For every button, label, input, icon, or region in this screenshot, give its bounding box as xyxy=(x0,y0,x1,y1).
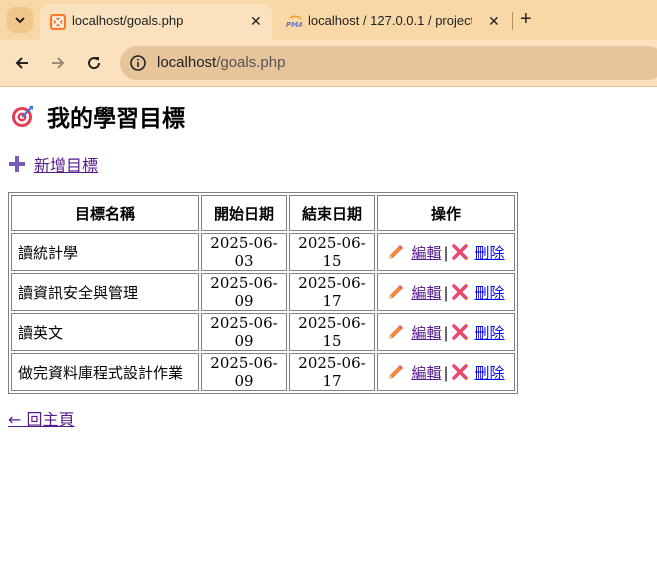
tab-search-button[interactable] xyxy=(7,7,33,33)
reload-button[interactable] xyxy=(83,52,105,74)
back-button[interactable] xyxy=(11,52,33,74)
delete-link[interactable]: 刪除 xyxy=(451,244,505,262)
table-row: 讀統計學 2025-06-03 2025-06-15 編輯 | 刪除 xyxy=(11,233,515,271)
pma-favicon-icon: PMA xyxy=(286,15,302,29)
goal-end-date: 2025-06-15 xyxy=(289,313,375,351)
pencil-icon xyxy=(389,244,404,259)
goal-name: 讀統計學 xyxy=(11,233,199,271)
edit-label: 編輯 xyxy=(411,283,442,302)
goal-actions: 編輯 | 刪除 xyxy=(377,353,515,391)
header-goal-name: 目標名稱 xyxy=(11,195,199,231)
tab-separator xyxy=(512,12,513,30)
goal-actions: 編輯 | 刪除 xyxy=(377,273,515,311)
delete-link[interactable]: 刪除 xyxy=(451,324,505,342)
delete-label: 刪除 xyxy=(474,243,505,262)
address-path: /goals.php xyxy=(216,54,286,71)
header-start-date: 開始日期 xyxy=(201,195,287,231)
address-text[interactable]: localhost/goals.php xyxy=(157,54,285,71)
delete-label: 刪除 xyxy=(474,363,505,382)
tab-strip: localhost/goals.php ✕ PMA localhost / 12… xyxy=(0,0,657,40)
svg-text:PMA: PMA xyxy=(286,21,302,29)
tab-title: localhost/goals.php xyxy=(72,13,184,28)
delete-label: 刪除 xyxy=(474,323,505,342)
close-icon[interactable]: ✕ xyxy=(488,13,500,30)
target-icon xyxy=(12,106,33,127)
edit-label: 編輯 xyxy=(411,363,442,382)
action-separator: | xyxy=(443,363,449,382)
goal-actions: 編輯 | 刪除 xyxy=(377,313,515,351)
goals-table: 目標名稱 開始日期 結束日期 操作 讀統計學 2025-06-03 2025-0… xyxy=(8,192,518,394)
action-separator: | xyxy=(443,283,449,302)
pencil-icon xyxy=(389,324,404,339)
cross-mark-icon xyxy=(451,283,468,300)
edit-link[interactable]: 編輯 xyxy=(387,244,441,262)
table-row: 做完資料庫程式設計作業 2025-06-09 2025-06-17 編輯 | 刪除 xyxy=(11,353,515,391)
plus-icon[interactable]: + xyxy=(520,8,532,31)
goal-start-date: 2025-06-09 xyxy=(201,313,287,351)
cross-mark-icon xyxy=(451,363,468,380)
tab-phpmyadmin[interactable]: PMA localhost / 127.0.0.1 / project ✕ xyxy=(276,4,508,40)
cross-mark-icon xyxy=(451,323,468,340)
plus-icon xyxy=(9,156,25,172)
edit-link[interactable]: 編輯 xyxy=(387,324,441,342)
xampp-favicon-icon xyxy=(50,14,66,30)
add-goal-label: 新增目標 xyxy=(34,156,99,175)
table-row: 讀英文 2025-06-09 2025-06-15 編輯 | 刪除 xyxy=(11,313,515,351)
back-home-link[interactable]: ← 回主頁 xyxy=(8,406,75,430)
info-icon[interactable] xyxy=(129,54,147,72)
goal-end-date: 2025-06-17 xyxy=(289,273,375,311)
goal-name: 讀資訊安全與管理 xyxy=(11,273,199,311)
pencil-icon xyxy=(389,284,404,299)
tab-goals[interactable]: localhost/goals.php ✕ xyxy=(40,4,272,40)
forward-icon xyxy=(52,57,65,69)
delete-link[interactable]: 刪除 xyxy=(451,284,505,302)
address-bar[interactable]: localhost/goals.php xyxy=(120,46,657,80)
edit-link[interactable]: 編輯 xyxy=(387,284,441,302)
pencil-icon xyxy=(389,364,404,379)
goal-start-date: 2025-06-09 xyxy=(201,273,287,311)
back-icon xyxy=(15,57,28,69)
delete-label: 刪除 xyxy=(474,283,505,302)
delete-link[interactable]: 刪除 xyxy=(451,364,505,382)
goal-end-date: 2025-06-15 xyxy=(289,233,375,271)
edit-label: 編輯 xyxy=(411,323,442,342)
close-icon[interactable]: ✕ xyxy=(250,13,262,30)
goal-actions: 編輯 | 刪除 xyxy=(377,233,515,271)
goal-start-date: 2025-06-09 xyxy=(201,353,287,391)
browser-toolbar: localhost/goals.php xyxy=(0,40,657,87)
forward-button[interactable] xyxy=(47,52,69,74)
header-end-date: 結束日期 xyxy=(289,195,375,231)
goal-name: 做完資料庫程式設計作業 xyxy=(11,353,199,391)
tab-search-icon xyxy=(15,17,25,24)
add-goal-link[interactable]: 新增目標 xyxy=(8,152,98,176)
edit-link[interactable]: 編輯 xyxy=(387,364,441,382)
page-title-row: 我的學習目標 xyxy=(11,99,185,133)
tab-title: localhost / 127.0.0.1 / project xyxy=(308,13,472,28)
header-actions: 操作 xyxy=(377,195,515,231)
cross-mark-icon xyxy=(451,243,468,260)
action-separator: | xyxy=(443,243,449,262)
table-row: 讀資訊安全與管理 2025-06-09 2025-06-17 編輯 | 刪除 xyxy=(11,273,515,311)
action-separator: | xyxy=(443,323,449,342)
table-header-row: 目標名稱 開始日期 結束日期 操作 xyxy=(11,195,515,231)
goal-start-date: 2025-06-03 xyxy=(201,233,287,271)
address-host: localhost xyxy=(157,54,217,71)
edit-label: 編輯 xyxy=(411,243,442,262)
goal-name: 讀英文 xyxy=(11,313,199,351)
goal-end-date: 2025-06-17 xyxy=(289,353,375,391)
reload-icon xyxy=(88,57,101,70)
page-title: 我的學習目標 xyxy=(47,106,185,132)
